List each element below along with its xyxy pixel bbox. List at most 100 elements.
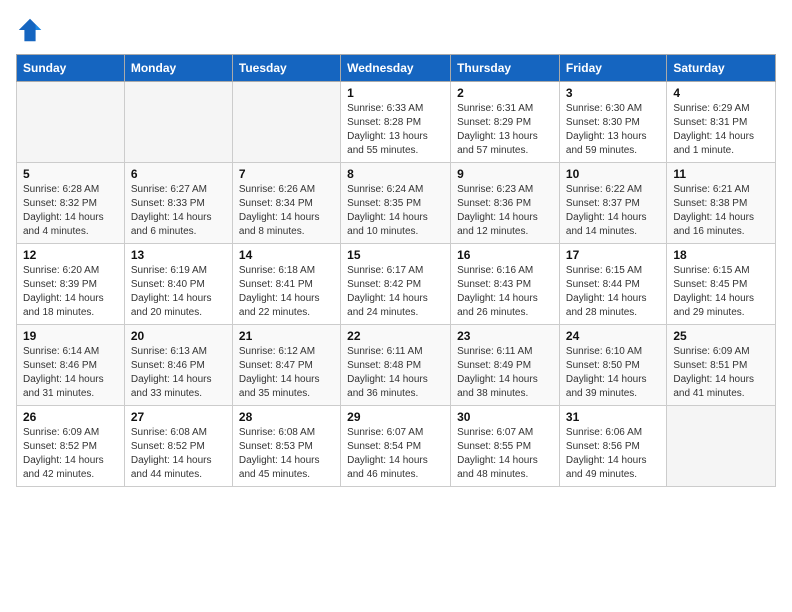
calendar-cell: 17 Sunrise: 6:15 AM Sunset: 8:44 PM Dayli… — [559, 244, 666, 325]
day-number: 4 — [673, 86, 769, 100]
calendar-week-row: 19 Sunrise: 6:14 AM Sunset: 8:46 PM Dayli… — [17, 325, 776, 406]
day-number: 20 — [131, 329, 226, 343]
day-info: Sunrise: 6:14 AM Sunset: 8:46 PM Dayligh… — [23, 345, 118, 401]
day-info: Sunrise: 6:28 AM Sunset: 8:32 PM Dayligh… — [23, 183, 118, 239]
page-header — [16, 16, 776, 44]
day-number: 10 — [566, 167, 660, 181]
calendar-cell: 2 Sunrise: 6:31 AM Sunset: 8:29 PM Daylig… — [451, 82, 560, 163]
day-number: 17 — [566, 248, 660, 262]
calendar-cell: 29 Sunrise: 6:07 AM Sunset: 8:54 PM Dayli… — [341, 406, 451, 487]
weekday-header: Friday — [559, 55, 666, 82]
day-number: 25 — [673, 329, 769, 343]
day-info: Sunrise: 6:26 AM Sunset: 8:34 PM Dayligh… — [239, 183, 334, 239]
day-number: 13 — [131, 248, 226, 262]
day-number: 18 — [673, 248, 769, 262]
calendar-cell: 4 Sunrise: 6:29 AM Sunset: 8:31 PM Daylig… — [667, 82, 776, 163]
day-info: Sunrise: 6:31 AM Sunset: 8:29 PM Dayligh… — [457, 102, 553, 158]
day-number: 3 — [566, 86, 660, 100]
day-info: Sunrise: 6:27 AM Sunset: 8:33 PM Dayligh… — [131, 183, 226, 239]
day-info: Sunrise: 6:06 AM Sunset: 8:56 PM Dayligh… — [566, 426, 660, 482]
day-info: Sunrise: 6:29 AM Sunset: 8:31 PM Dayligh… — [673, 102, 769, 158]
calendar-cell: 12 Sunrise: 6:20 AM Sunset: 8:39 PM Dayli… — [17, 244, 125, 325]
day-number: 11 — [673, 167, 769, 181]
calendar-cell: 16 Sunrise: 6:16 AM Sunset: 8:43 PM Dayli… — [451, 244, 560, 325]
calendar-cell: 9 Sunrise: 6:23 AM Sunset: 8:36 PM Daylig… — [451, 163, 560, 244]
day-info: Sunrise: 6:20 AM Sunset: 8:39 PM Dayligh… — [23, 264, 118, 320]
calendar-cell: 1 Sunrise: 6:33 AM Sunset: 8:28 PM Daylig… — [341, 82, 451, 163]
day-number: 27 — [131, 410, 226, 424]
calendar-cell — [124, 82, 232, 163]
day-number: 29 — [347, 410, 444, 424]
calendar-cell: 7 Sunrise: 6:26 AM Sunset: 8:34 PM Daylig… — [232, 163, 340, 244]
day-number: 15 — [347, 248, 444, 262]
calendar-cell: 21Sunrise: 6:12 AM Sunset: 8:47 PM Dayli… — [232, 325, 340, 406]
day-info: Sunrise: 6:16 AM Sunset: 8:43 PM Dayligh… — [457, 264, 553, 320]
calendar-cell: 28Sunrise: 6:08 AM Sunset: 8:53 PM Dayli… — [232, 406, 340, 487]
day-number: 19 — [23, 329, 118, 343]
weekday-header: Tuesday — [232, 55, 340, 82]
day-number: 6 — [131, 167, 226, 181]
calendar-header-row: SundayMondayTuesdayWednesdayThursdayFrid… — [17, 55, 776, 82]
day-info: Sunrise: 6:18 AM Sunset: 8:41 PM Dayligh… — [239, 264, 334, 320]
calendar-cell: 25Sunrise: 6:09 AM Sunset: 8:51 PM Dayli… — [667, 325, 776, 406]
day-info: Sunrise: 6:17 AM Sunset: 8:42 PM Dayligh… — [347, 264, 444, 320]
day-number: 2 — [457, 86, 553, 100]
calendar-week-row: 1 Sunrise: 6:33 AM Sunset: 8:28 PM Daylig… — [17, 82, 776, 163]
day-number: 1 — [347, 86, 444, 100]
day-info: Sunrise: 6:21 AM Sunset: 8:38 PM Dayligh… — [673, 183, 769, 239]
calendar-cell — [667, 406, 776, 487]
day-number: 26 — [23, 410, 118, 424]
day-info: Sunrise: 6:09 AM Sunset: 8:52 PM Dayligh… — [23, 426, 118, 482]
calendar-body: 1 Sunrise: 6:33 AM Sunset: 8:28 PM Daylig… — [17, 82, 776, 487]
day-info: Sunrise: 6:11 AM Sunset: 8:49 PM Dayligh… — [457, 345, 553, 401]
logo — [16, 16, 48, 44]
day-number: 12 — [23, 248, 118, 262]
calendar-cell: 6 Sunrise: 6:27 AM Sunset: 8:33 PM Daylig… — [124, 163, 232, 244]
day-info: Sunrise: 6:23 AM Sunset: 8:36 PM Dayligh… — [457, 183, 553, 239]
day-number: 7 — [239, 167, 334, 181]
calendar-cell — [17, 82, 125, 163]
calendar-cell: 24 Sunrise: 6:10 AM Sunset: 8:50 PM Dayli… — [559, 325, 666, 406]
day-info: Sunrise: 6:07 AM Sunset: 8:54 PM Dayligh… — [347, 426, 444, 482]
logo-icon — [16, 16, 44, 44]
weekday-header: Wednesday — [341, 55, 451, 82]
calendar-cell: 26 Sunrise: 6:09 AM Sunset: 8:52 PM Dayli… — [17, 406, 125, 487]
day-info: Sunrise: 6:10 AM Sunset: 8:50 PM Dayligh… — [566, 345, 660, 401]
day-info: Sunrise: 6:30 AM Sunset: 8:30 PM Dayligh… — [566, 102, 660, 158]
day-number: 22 — [347, 329, 444, 343]
calendar-week-row: 26 Sunrise: 6:09 AM Sunset: 8:52 PM Dayli… — [17, 406, 776, 487]
weekday-header: Saturday — [667, 55, 776, 82]
calendar-week-row: 12 Sunrise: 6:20 AM Sunset: 8:39 PM Dayli… — [17, 244, 776, 325]
day-info: Sunrise: 6:22 AM Sunset: 8:37 PM Dayligh… — [566, 183, 660, 239]
calendar-week-row: 5Sunrise: 6:28 AM Sunset: 8:32 PM Daylig… — [17, 163, 776, 244]
calendar-cell: 3 Sunrise: 6:30 AM Sunset: 8:30 PM Daylig… — [559, 82, 666, 163]
calendar-cell: 23 Sunrise: 6:11 AM Sunset: 8:49 PM Dayli… — [451, 325, 560, 406]
calendar-cell: 15 Sunrise: 6:17 AM Sunset: 8:42 PM Dayli… — [341, 244, 451, 325]
day-number: 21 — [239, 329, 334, 343]
day-info: Sunrise: 6:07 AM Sunset: 8:55 PM Dayligh… — [457, 426, 553, 482]
day-info: Sunrise: 6:08 AM Sunset: 8:52 PM Dayligh… — [131, 426, 226, 482]
day-number: 24 — [566, 329, 660, 343]
calendar-cell: 5Sunrise: 6:28 AM Sunset: 8:32 PM Daylig… — [17, 163, 125, 244]
day-number: 9 — [457, 167, 553, 181]
calendar-cell: 31Sunrise: 6:06 AM Sunset: 8:56 PM Dayli… — [559, 406, 666, 487]
day-number: 14 — [239, 248, 334, 262]
calendar-cell: 22 Sunrise: 6:11 AM Sunset: 8:48 PM Dayli… — [341, 325, 451, 406]
calendar-cell: 8 Sunrise: 6:24 AM Sunset: 8:35 PM Daylig… — [341, 163, 451, 244]
day-info: Sunrise: 6:11 AM Sunset: 8:48 PM Dayligh… — [347, 345, 444, 401]
day-info: Sunrise: 6:33 AM Sunset: 8:28 PM Dayligh… — [347, 102, 444, 158]
calendar-cell: 30Sunrise: 6:07 AM Sunset: 8:55 PM Dayli… — [451, 406, 560, 487]
day-number: 8 — [347, 167, 444, 181]
weekday-header: Monday — [124, 55, 232, 82]
calendar-cell — [232, 82, 340, 163]
calendar-cell: 11 Sunrise: 6:21 AM Sunset: 8:38 PM Dayli… — [667, 163, 776, 244]
weekday-header: Sunday — [17, 55, 125, 82]
day-info: Sunrise: 6:08 AM Sunset: 8:53 PM Dayligh… — [239, 426, 334, 482]
day-info: Sunrise: 6:24 AM Sunset: 8:35 PM Dayligh… — [347, 183, 444, 239]
day-number: 16 — [457, 248, 553, 262]
calendar-cell: 10 Sunrise: 6:22 AM Sunset: 8:37 PM Dayli… — [559, 163, 666, 244]
day-info: Sunrise: 6:15 AM Sunset: 8:44 PM Dayligh… — [566, 264, 660, 320]
day-number: 23 — [457, 329, 553, 343]
calendar-cell: 18Sunrise: 6:15 AM Sunset: 8:45 PM Dayli… — [667, 244, 776, 325]
calendar-table: SundayMondayTuesdayWednesdayThursdayFrid… — [16, 54, 776, 487]
